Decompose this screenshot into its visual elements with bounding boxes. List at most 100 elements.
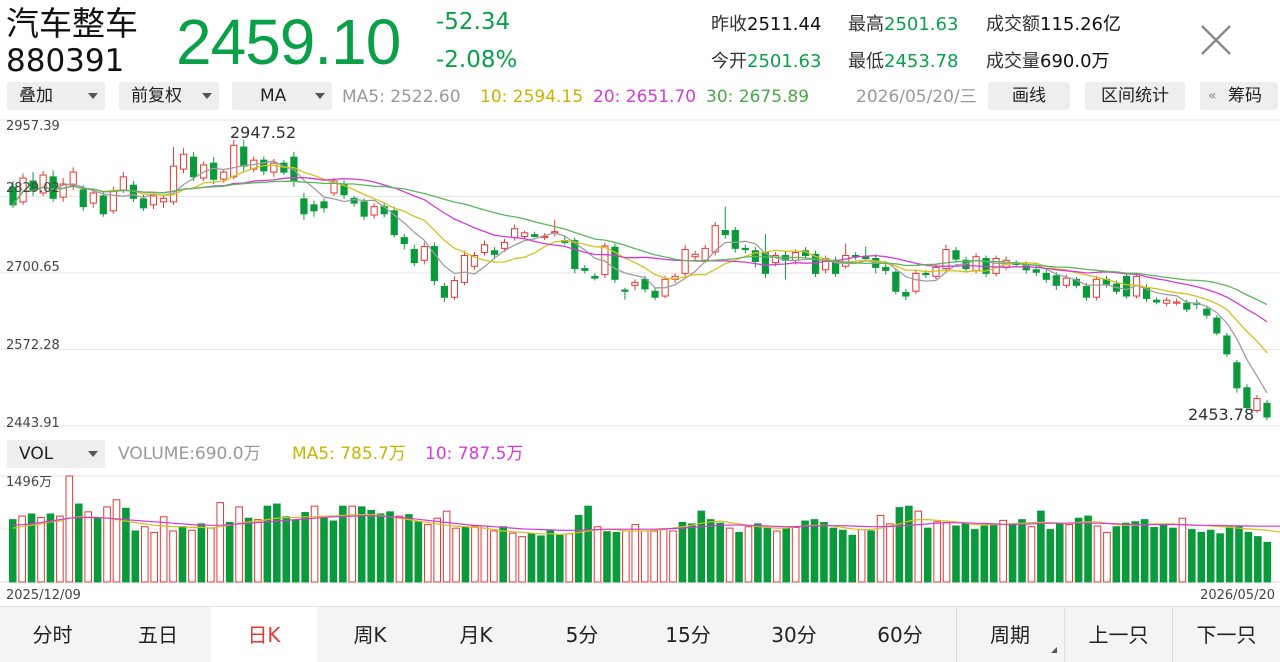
volume-bar-down bbox=[905, 505, 913, 583]
volume-bar-down bbox=[782, 527, 791, 583]
candle-down bbox=[621, 289, 629, 292]
tab-60min[interactable]: 60分 bbox=[847, 607, 953, 662]
next-stock-button[interactable]: 下一只 bbox=[1173, 607, 1280, 662]
y-axis-label: 2829.02 bbox=[6, 181, 60, 196]
volume-bar-up bbox=[395, 515, 404, 583]
candle-up bbox=[1062, 277, 1070, 286]
draw-line-button[interactable]: 画线 bbox=[988, 82, 1070, 110]
volume-bar-down bbox=[584, 505, 592, 583]
period-selector-button[interactable]: 周期 bbox=[957, 607, 1063, 662]
candle-down bbox=[1052, 275, 1060, 286]
chips-button[interactable]: « 筹码 bbox=[1200, 82, 1278, 110]
volume-bar-up bbox=[489, 530, 498, 583]
volume-bar-down bbox=[225, 521, 234, 583]
candle-down bbox=[761, 252, 770, 274]
volume-bar-down bbox=[989, 523, 998, 583]
prev-stock-button[interactable]: 上一只 bbox=[1065, 607, 1172, 662]
volume-bar-up bbox=[1027, 526, 1036, 583]
volume-bar-up bbox=[669, 530, 677, 583]
volume-indicator-dropdown[interactable]: VOL bbox=[7, 440, 105, 468]
volume-bar-up bbox=[84, 511, 92, 583]
candle-down bbox=[400, 237, 408, 245]
candle-down bbox=[641, 278, 649, 290]
volume-bar-down bbox=[46, 513, 55, 583]
candle-down bbox=[731, 229, 739, 249]
volume-bar-up bbox=[933, 521, 941, 583]
volume-bar-down bbox=[810, 519, 819, 583]
candle-up bbox=[270, 162, 278, 173]
candle-up bbox=[220, 171, 228, 180]
volume-bar-up bbox=[791, 526, 800, 583]
close-button[interactable] bbox=[1196, 20, 1236, 60]
volume-ma10-value: 10: 787.5万 bbox=[425, 444, 524, 464]
volume-bar-down bbox=[367, 509, 375, 583]
volume-bar-up bbox=[37, 517, 45, 583]
volume-bar-down bbox=[801, 520, 809, 583]
candle-down bbox=[139, 198, 148, 209]
tab-monthly-k[interactable]: 月K bbox=[423, 607, 529, 662]
candle-down bbox=[721, 229, 729, 236]
volume-bar-down bbox=[282, 516, 291, 583]
volume-bar-up bbox=[640, 530, 649, 583]
candle-down bbox=[922, 272, 930, 276]
tab-intraday[interactable]: 分时 bbox=[0, 607, 105, 662]
adjust-dropdown[interactable]: 前复权 bbox=[119, 82, 219, 110]
volume-bar-down bbox=[93, 517, 102, 583]
volume-bar-up bbox=[169, 530, 177, 583]
candlestick-chart[interactable]: 2957.39 2829.02 2700.65 2572.28 2443.91 … bbox=[0, 114, 1280, 434]
volume-chart[interactable]: 1496万 2025/12/09 2026/05/20 bbox=[0, 468, 1280, 604]
candle-down bbox=[300, 198, 308, 215]
volume-bar-down bbox=[197, 523, 206, 583]
volume-bar-up bbox=[150, 531, 159, 583]
volume-bar-up bbox=[1065, 524, 1073, 583]
tab-five-day[interactable]: 五日 bbox=[105, 607, 211, 662]
volume-bar-up bbox=[480, 525, 489, 583]
volume-bar-down bbox=[820, 521, 828, 583]
stock-name: 汽车整车 bbox=[6, 4, 138, 43]
candle-down bbox=[1223, 335, 1231, 355]
range-stat-button[interactable]: 区间统计 bbox=[1085, 82, 1185, 110]
candle-up bbox=[159, 197, 168, 203]
volume-bar-down bbox=[1159, 524, 1168, 583]
volume-bar-up bbox=[650, 530, 658, 583]
volume-bar-up bbox=[433, 517, 441, 583]
volume-bar-down bbox=[829, 527, 838, 583]
tab-daily-k[interactable]: 日K bbox=[211, 607, 317, 662]
volume-axis-label: 1496万 bbox=[6, 475, 52, 490]
candle-down bbox=[1032, 269, 1040, 273]
candle-down bbox=[882, 266, 890, 271]
volume-bar-down bbox=[178, 526, 187, 583]
candle-down bbox=[210, 162, 218, 180]
stock-code: 880391 bbox=[6, 43, 125, 79]
volume-bar-down bbox=[339, 505, 347, 583]
candle-up bbox=[521, 232, 529, 237]
tab-5min[interactable]: 5分 bbox=[529, 607, 635, 662]
volume-bar-up bbox=[631, 524, 640, 583]
indicator-dropdown[interactable]: MA bbox=[232, 82, 332, 110]
candle-up bbox=[711, 225, 719, 253]
volume-bar-up bbox=[659, 528, 668, 583]
stat-open: 今开2501.63 bbox=[711, 51, 822, 72]
volume-header: VOL VOLUME:690.0万 MA5: 785.7万 10: 787.5万 bbox=[0, 438, 1280, 468]
tab-30min[interactable]: 30分 bbox=[741, 607, 847, 662]
overlay-dropdown[interactable]: 叠加 bbox=[7, 82, 105, 110]
volume-bar-down bbox=[1206, 529, 1215, 583]
candle-up bbox=[480, 244, 489, 254]
candle-up bbox=[1092, 278, 1101, 298]
y-axis-label: 2700.65 bbox=[6, 260, 60, 275]
volume-bar-up bbox=[999, 519, 1007, 583]
volume-bar-up bbox=[744, 526, 753, 583]
volume-bar-down bbox=[405, 514, 413, 583]
volume-bar-up bbox=[112, 499, 121, 583]
tab-weekly-k[interactable]: 周K bbox=[317, 607, 423, 662]
candle-up bbox=[1253, 398, 1261, 411]
start-date-label: 2025/12/09 bbox=[6, 588, 81, 603]
volume-bar-down bbox=[923, 527, 932, 583]
ma30-line bbox=[12, 180, 1268, 306]
tab-15min[interactable]: 15分 bbox=[635, 607, 741, 662]
candle-up bbox=[510, 228, 519, 239]
volume-bar-up bbox=[235, 506, 243, 583]
candle-up bbox=[119, 176, 127, 191]
volume-bar-up bbox=[216, 502, 225, 583]
volume-bar-up bbox=[518, 536, 526, 583]
